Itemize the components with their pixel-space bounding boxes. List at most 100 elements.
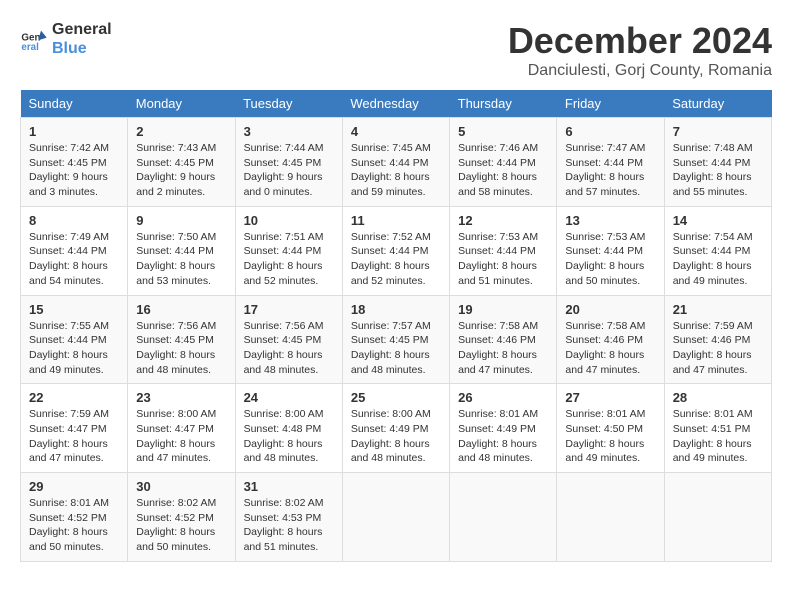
day-number: 27 (565, 390, 655, 405)
calendar-header-row: SundayMondayTuesdayWednesdayThursdayFrid… (21, 90, 772, 118)
logo-line1: General (52, 20, 112, 39)
day-number: 29 (29, 479, 119, 494)
day-detail: Sunrise: 7:48 AM Sunset: 4:44 PM Dayligh… (673, 141, 763, 200)
header-saturday: Saturday (664, 90, 771, 118)
day-cell (450, 473, 557, 562)
day-number: 12 (458, 213, 548, 228)
day-cell: 8 Sunrise: 7:49 AM Sunset: 4:44 PM Daylig… (21, 206, 128, 295)
day-number: 6 (565, 124, 655, 139)
header-tuesday: Tuesday (235, 90, 342, 118)
header-monday: Monday (128, 90, 235, 118)
day-number: 20 (565, 302, 655, 317)
location-title: Danciulesti, Gorj County, Romania (508, 62, 772, 80)
day-number: 10 (244, 213, 334, 228)
day-detail: Sunrise: 7:53 AM Sunset: 4:44 PM Dayligh… (458, 230, 548, 289)
header-sunday: Sunday (21, 90, 128, 118)
day-cell: 29 Sunrise: 8:01 AM Sunset: 4:52 PM Dayli… (21, 473, 128, 562)
logo-icon: Gen eral (20, 25, 48, 53)
day-cell: 22Sunrise: 7:59 AM Sunset: 4:47 PM Dayli… (21, 384, 128, 473)
day-detail: Sunrise: 7:56 AM Sunset: 4:45 PM Dayligh… (136, 319, 226, 378)
day-number: 17 (244, 302, 334, 317)
day-cell (557, 473, 664, 562)
week-row-3: 15Sunrise: 7:55 AM Sunset: 4:44 PM Dayli… (21, 295, 772, 384)
day-cell: 6 Sunrise: 7:47 AM Sunset: 4:44 PM Daylig… (557, 118, 664, 207)
day-detail: Sunrise: 7:49 AM Sunset: 4:44 PM Dayligh… (29, 230, 119, 289)
day-number: 2 (136, 124, 226, 139)
day-detail: Sunrise: 7:59 AM Sunset: 4:46 PM Dayligh… (673, 319, 763, 378)
calendar-table: SundayMondayTuesdayWednesdayThursdayFrid… (20, 90, 772, 562)
week-row-2: 8 Sunrise: 7:49 AM Sunset: 4:44 PM Daylig… (21, 206, 772, 295)
day-cell: 18Sunrise: 7:57 AM Sunset: 4:45 PM Dayli… (342, 295, 449, 384)
day-number: 16 (136, 302, 226, 317)
day-cell (664, 473, 771, 562)
day-cell: 16 Sunrise: 7:56 AM Sunset: 4:45 PM Dayli… (128, 295, 235, 384)
day-detail: Sunrise: 8:01 AM Sunset: 4:52 PM Dayligh… (29, 496, 119, 555)
day-detail: Sunrise: 8:00 AM Sunset: 4:48 PM Dayligh… (244, 407, 334, 466)
day-cell: 2 Sunrise: 7:43 AM Sunset: 4:45 PM Daylig… (128, 118, 235, 207)
day-cell: 5 Sunrise: 7:46 AM Sunset: 4:44 PM Daylig… (450, 118, 557, 207)
month-title: December 2024 (508, 20, 772, 62)
day-detail: Sunrise: 7:42 AM Sunset: 4:45 PM Dayligh… (29, 141, 119, 200)
day-number: 5 (458, 124, 548, 139)
day-number: 8 (29, 213, 119, 228)
day-number: 23 (136, 390, 226, 405)
day-detail: Sunrise: 7:55 AM Sunset: 4:44 PM Dayligh… (29, 319, 119, 378)
day-cell: 14Sunrise: 7:54 AM Sunset: 4:44 PM Dayli… (664, 206, 771, 295)
day-cell: 19 Sunrise: 7:58 AM Sunset: 4:46 PM Dayli… (450, 295, 557, 384)
header-wednesday: Wednesday (342, 90, 449, 118)
day-cell: 24Sunrise: 8:00 AM Sunset: 4:48 PM Dayli… (235, 384, 342, 473)
day-number: 4 (351, 124, 441, 139)
day-detail: Sunrise: 8:01 AM Sunset: 4:49 PM Dayligh… (458, 407, 548, 466)
day-detail: Sunrise: 7:44 AM Sunset: 4:45 PM Dayligh… (244, 141, 334, 200)
day-detail: Sunrise: 8:00 AM Sunset: 4:47 PM Dayligh… (136, 407, 226, 466)
day-cell: 11Sunrise: 7:52 AM Sunset: 4:44 PM Dayli… (342, 206, 449, 295)
svg-text:eral: eral (21, 42, 39, 53)
day-detail: Sunrise: 8:01 AM Sunset: 4:51 PM Dayligh… (673, 407, 763, 466)
day-detail: Sunrise: 7:54 AM Sunset: 4:44 PM Dayligh… (673, 230, 763, 289)
day-number: 26 (458, 390, 548, 405)
day-cell: 27 Sunrise: 8:01 AM Sunset: 4:50 PM Dayli… (557, 384, 664, 473)
week-row-1: 1 Sunrise: 7:42 AM Sunset: 4:45 PM Daylig… (21, 118, 772, 207)
day-number: 21 (673, 302, 763, 317)
day-number: 13 (565, 213, 655, 228)
day-number: 7 (673, 124, 763, 139)
day-cell: 25Sunrise: 8:00 AM Sunset: 4:49 PM Dayli… (342, 384, 449, 473)
logo: Gen eral General Blue (20, 20, 112, 58)
day-cell: 21 Sunrise: 7:59 AM Sunset: 4:46 PM Dayli… (664, 295, 771, 384)
day-cell: 26 Sunrise: 8:01 AM Sunset: 4:49 PM Dayli… (450, 384, 557, 473)
day-cell: 10 Sunrise: 7:51 AM Sunset: 4:44 PM Dayli… (235, 206, 342, 295)
day-detail: Sunrise: 7:52 AM Sunset: 4:44 PM Dayligh… (351, 230, 441, 289)
day-cell: 1 Sunrise: 7:42 AM Sunset: 4:45 PM Daylig… (21, 118, 128, 207)
day-cell: 13Sunrise: 7:53 AM Sunset: 4:44 PM Dayli… (557, 206, 664, 295)
day-detail: Sunrise: 7:56 AM Sunset: 4:45 PM Dayligh… (244, 319, 334, 378)
day-cell: 30Sunrise: 8:02 AM Sunset: 4:52 PM Dayli… (128, 473, 235, 562)
day-detail: Sunrise: 8:02 AM Sunset: 4:53 PM Dayligh… (244, 496, 334, 555)
day-detail: Sunrise: 8:02 AM Sunset: 4:52 PM Dayligh… (136, 496, 226, 555)
day-detail: Sunrise: 8:01 AM Sunset: 4:50 PM Dayligh… (565, 407, 655, 466)
day-number: 1 (29, 124, 119, 139)
day-detail: Sunrise: 8:00 AM Sunset: 4:49 PM Dayligh… (351, 407, 441, 466)
day-detail: Sunrise: 7:51 AM Sunset: 4:44 PM Dayligh… (244, 230, 334, 289)
week-row-5: 29 Sunrise: 8:01 AM Sunset: 4:52 PM Dayli… (21, 473, 772, 562)
logo-line2: Blue (52, 39, 112, 58)
day-detail: Sunrise: 7:45 AM Sunset: 4:44 PM Dayligh… (351, 141, 441, 200)
header-friday: Friday (557, 90, 664, 118)
week-row-4: 22Sunrise: 7:59 AM Sunset: 4:47 PM Dayli… (21, 384, 772, 473)
day-detail: Sunrise: 7:58 AM Sunset: 4:46 PM Dayligh… (458, 319, 548, 378)
day-detail: Sunrise: 7:47 AM Sunset: 4:44 PM Dayligh… (565, 141, 655, 200)
day-detail: Sunrise: 7:50 AM Sunset: 4:44 PM Dayligh… (136, 230, 226, 289)
day-cell (342, 473, 449, 562)
day-number: 9 (136, 213, 226, 228)
day-cell: 23 Sunrise: 8:00 AM Sunset: 4:47 PM Dayli… (128, 384, 235, 473)
day-cell: 28Sunrise: 8:01 AM Sunset: 4:51 PM Dayli… (664, 384, 771, 473)
day-cell: 3Sunrise: 7:44 AM Sunset: 4:45 PM Daylig… (235, 118, 342, 207)
header: Gen eral General Blue December 2024 Danc… (20, 20, 772, 80)
day-number: 19 (458, 302, 548, 317)
day-cell: 17 Sunrise: 7:56 AM Sunset: 4:45 PM Dayli… (235, 295, 342, 384)
day-detail: Sunrise: 7:43 AM Sunset: 4:45 PM Dayligh… (136, 141, 226, 200)
day-cell: 4 Sunrise: 7:45 AM Sunset: 4:44 PM Daylig… (342, 118, 449, 207)
day-number: 22 (29, 390, 119, 405)
day-cell: 20Sunrise: 7:58 AM Sunset: 4:46 PM Dayli… (557, 295, 664, 384)
day-cell: 31Sunrise: 8:02 AM Sunset: 4:53 PM Dayli… (235, 473, 342, 562)
day-detail: Sunrise: 7:46 AM Sunset: 4:44 PM Dayligh… (458, 141, 548, 200)
